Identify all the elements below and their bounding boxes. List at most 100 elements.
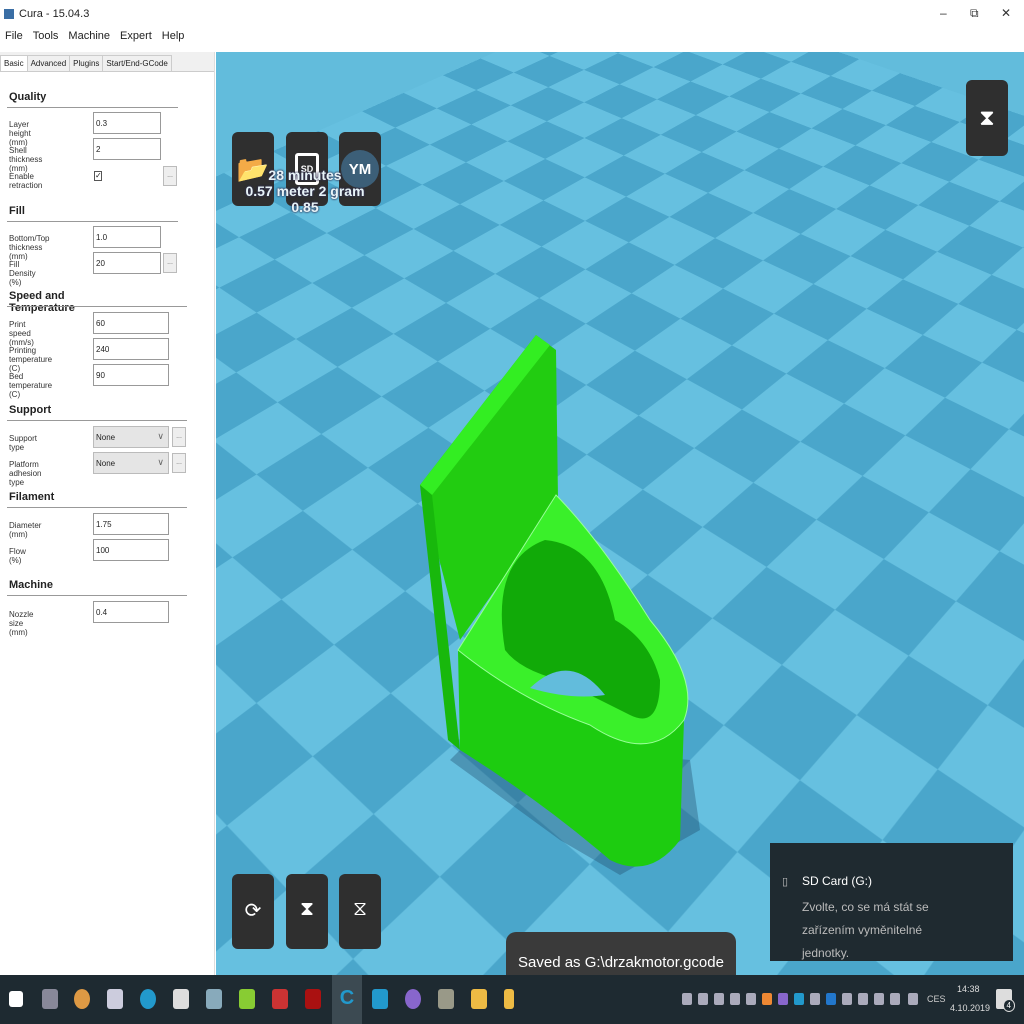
tab-advanced[interactable]: Advanced [26,55,71,71]
tray-icon[interactable] [762,993,772,1005]
tray-icon[interactable] [858,993,868,1005]
adhesion-type-value: None [96,459,116,468]
taskbar: C CES 14:38 4.10.2019 4 [0,975,1024,1024]
retraction-more-button[interactable]: ... [163,166,177,186]
rotate-button[interactable]: ⟳ [232,874,274,949]
menu-expert[interactable]: Expert [120,30,152,48]
section-fill: Fill [9,205,25,217]
print-speed-input[interactable]: 60 [93,312,169,334]
network-icon[interactable] [874,993,884,1005]
support-more-button[interactable]: ... [172,427,186,447]
divider [7,595,187,596]
nozzle-size-input[interactable]: 0.4 [93,601,169,623]
tray-icon[interactable] [698,993,708,1005]
usb-icon[interactable] [810,993,820,1005]
enable-retraction-label: Enable retraction [9,172,43,190]
3d-viewport[interactable]: 📂 SD YM ⧗ 28 minutes 0.57 meter 2 gram 0… [216,52,1024,975]
fill-density-input[interactable]: 20 [93,252,161,274]
tab-start-end-gcode[interactable]: Start/End-GCode [102,55,172,71]
app-icon[interactable] [206,989,222,1009]
menu-tools[interactable]: Tools [33,30,59,48]
tab-basic[interactable]: Basic [0,55,28,71]
printing-temperature-input[interactable]: 240 [93,338,169,360]
bottom-top-label: Bottom/Top thickness (mm) [9,234,50,261]
layer-height-label: Layer height (mm) [9,120,31,147]
adhesion-type-label: Platform adhesion type [9,460,42,487]
windows-toast-sd-card[interactable]: ▯ SD Card (G:) Zvolte, co se má stát se … [770,843,1013,961]
tray-icon[interactable] [842,993,852,1005]
diameter-input[interactable]: 1.75 [93,513,169,535]
material-usage: 0.57 meter 2 gram [245,183,365,199]
close-button[interactable]: ✕ [1001,6,1011,20]
drive-icon: ▯ [782,876,789,888]
tray-icon[interactable] [714,993,724,1005]
bed-temperature-input[interactable]: 90 [93,364,169,386]
app-icon-red[interactable] [272,989,288,1009]
volume-muted-icon[interactable] [890,993,900,1005]
file-explorer-icon[interactable] [471,989,487,1009]
menu-machine[interactable]: Machine [68,30,110,48]
fill-density-label: Fill Density (%) [9,260,36,287]
shell-thickness-label: Shell thickness (mm) [9,146,43,173]
app-icon-triangle[interactable] [372,989,388,1009]
bottom-top-input[interactable]: 1.0 [93,226,161,248]
drive-app-icon[interactable] [504,989,514,1009]
divider [7,420,187,421]
menu-bar: File Tools Machine Expert Help [0,30,189,48]
divider [7,306,187,307]
tab-plugins[interactable]: Plugins [69,55,104,71]
layer-height-input[interactable]: 0.3 [93,112,161,134]
app-icon-blue[interactable] [140,989,156,1009]
view-mode-icon: ⧗ [979,105,995,130]
minimize-button[interactable]: – [940,6,947,20]
nozzle-size-label: Nozzle size (mm) [9,610,34,637]
saved-message: Saved as G:\drzakmotor.gcode [518,954,724,971]
view-mode-button[interactable]: ⧗ [966,80,1008,156]
maximize-button[interactable]: ⧉ [970,6,979,21]
task-view-icon[interactable] [42,989,58,1009]
flow-input[interactable]: 100 [93,539,169,561]
adhesion-more-button[interactable]: ... [172,453,186,473]
tray-icon[interactable] [794,993,804,1005]
print-info: 28 minutes 0.57 meter 2 gram 0.85 [240,167,370,215]
start-icon[interactable] [9,991,23,1007]
settings-tabs: Basic Advanced Plugins Start/End-GCode [0,52,214,72]
chevron-down-icon: ∨ [157,431,164,441]
support-type-select[interactable]: None ∨ [93,426,169,448]
app-icon-green[interactable] [239,989,255,1009]
tray-icon[interactable] [730,993,740,1005]
tray-icon[interactable] [778,993,788,1005]
menu-help[interactable]: Help [162,30,185,48]
tray-icon[interactable] [746,993,756,1005]
divider [7,107,178,108]
shell-thickness-input[interactable]: 2 [93,138,161,160]
scale-button[interactable]: ⧗ [286,874,328,949]
fill-more-button[interactable]: ... [163,253,177,273]
clock-time[interactable]: 14:38 [957,984,980,994]
viber-icon[interactable] [405,989,421,1009]
toast-body: Zvolte, co se má stát se zařízením vyměn… [802,900,929,960]
support-type-value: None [96,433,116,442]
print-cost: 0.85 [291,199,319,215]
window-title: Cura - 15.04.3 [19,8,90,20]
print-speed-label: Print speed (mm/s) [9,320,34,347]
save-app-icon[interactable] [107,989,123,1009]
app-icon[interactable] [438,989,454,1009]
chrome-icon[interactable] [74,989,90,1009]
menu-file[interactable]: File [5,30,23,48]
mirror-button[interactable]: ⧖ [339,874,381,949]
enable-retraction-checkbox[interactable]: ✓ [94,171,102,181]
language-indicator[interactable]: CES [927,994,946,1004]
calculator-icon[interactable] [173,989,189,1009]
print-time: 28 minutes [268,167,342,183]
app-icon-darkred[interactable] [305,989,321,1009]
action-center-button[interactable]: 4 [996,989,1015,1012]
adhesion-type-select[interactable]: None ∨ [93,452,169,474]
tray-icon[interactable] [682,993,692,1005]
clock-date[interactable]: 4.10.2019 [950,1003,990,1013]
tray-icon[interactable] [908,993,918,1005]
cura-taskbar-button[interactable]: C [332,975,362,1024]
bluetooth-icon[interactable] [826,993,836,1005]
cura-icon: C [339,987,355,1009]
divider [7,507,187,508]
